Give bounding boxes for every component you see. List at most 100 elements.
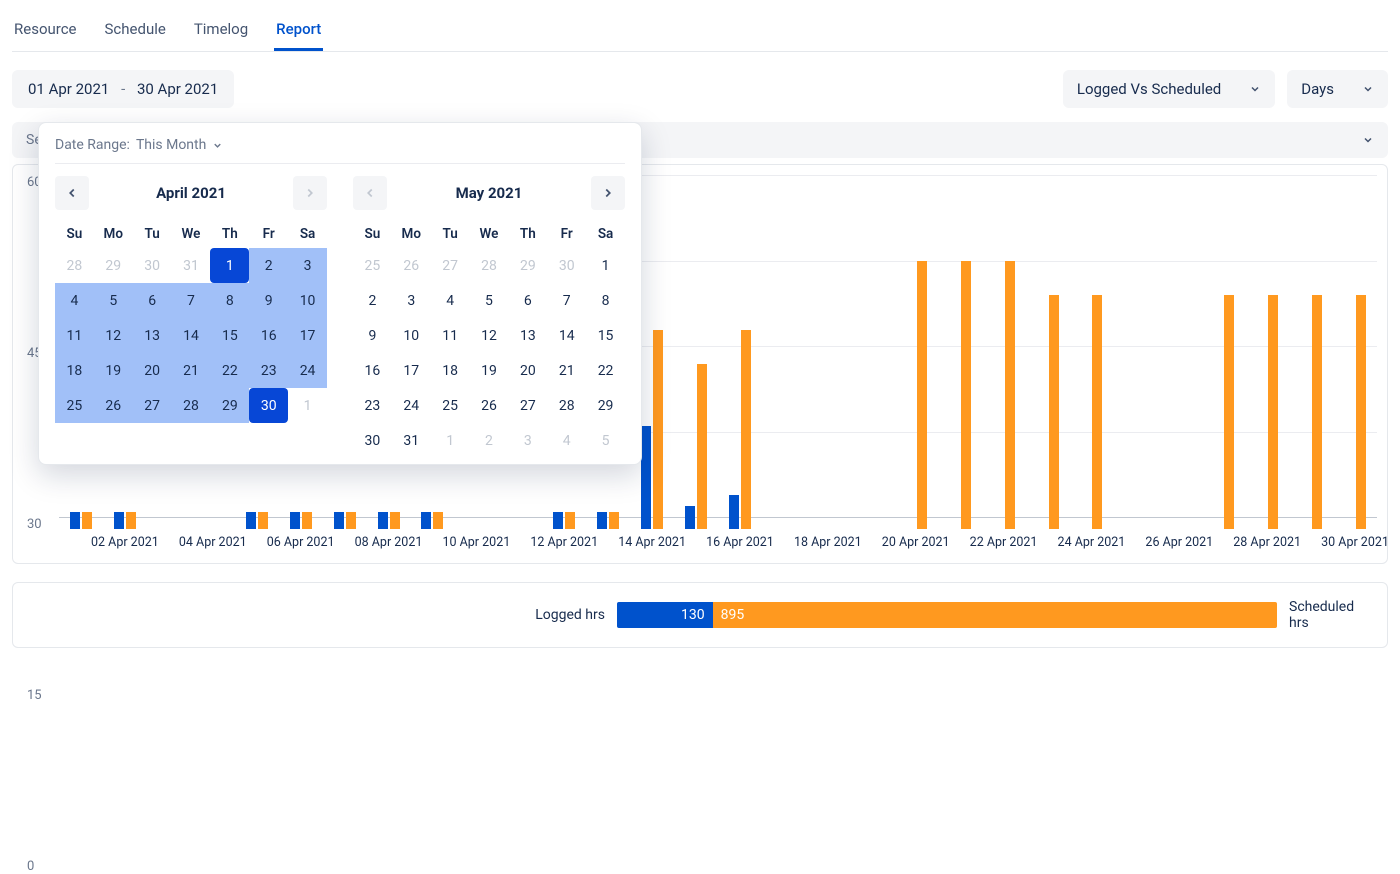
calendar-day[interactable]: 24	[392, 388, 431, 423]
prev-month-button[interactable]	[55, 176, 89, 210]
calendar-day-other[interactable]: 29	[94, 248, 133, 283]
calendar-day[interactable]: 6	[133, 283, 172, 318]
tab-report[interactable]: Report	[274, 12, 323, 51]
calendar-day[interactable]: 21	[172, 353, 211, 388]
calendar-day[interactable]: 9	[249, 283, 288, 318]
calendar-day[interactable]: 19	[470, 353, 509, 388]
bar-scheduled[interactable]	[1312, 295, 1322, 529]
calendar-day-other[interactable]: 30	[547, 248, 586, 283]
bar-scheduled[interactable]	[302, 512, 312, 529]
bar-scheduled[interactable]	[258, 512, 268, 529]
calendar-day[interactable]: 6	[508, 283, 547, 318]
calendar-day[interactable]: 10	[288, 283, 327, 318]
calendar-day[interactable]: 21	[547, 353, 586, 388]
granularity-select[interactable]: Days	[1287, 70, 1388, 108]
calendar-day[interactable]: 16	[353, 353, 392, 388]
bar-logged[interactable]	[597, 512, 607, 529]
calendar-day[interactable]: 1	[586, 248, 625, 283]
bar-logged[interactable]	[641, 426, 651, 529]
bar-scheduled[interactable]	[565, 512, 575, 529]
calendar-day-other[interactable]: 26	[392, 248, 431, 283]
calendar-day[interactable]: 9	[353, 318, 392, 353]
calendar-day-other[interactable]: 1	[431, 423, 470, 458]
calendar-day-other[interactable]: 25	[353, 248, 392, 283]
calendar-day[interactable]: 3	[392, 283, 431, 318]
bar-scheduled[interactable]	[390, 512, 400, 529]
calendar-day[interactable]: 4	[55, 283, 94, 318]
tab-timelog[interactable]: Timelog	[192, 12, 250, 51]
bar-scheduled[interactable]	[1356, 295, 1366, 529]
calendar-day[interactable]: 27	[133, 388, 172, 423]
calendar-day[interactable]: 27	[508, 388, 547, 423]
bar-scheduled[interactable]	[126, 512, 136, 529]
calendar-day[interactable]: 5	[94, 283, 133, 318]
calendar-day-other[interactable]: 2	[470, 423, 509, 458]
calendar-day[interactable]: 28	[172, 388, 211, 423]
calendar-day-other[interactable]: 5	[586, 423, 625, 458]
calendar-day[interactable]: 8	[586, 283, 625, 318]
bar-logged[interactable]	[421, 512, 431, 529]
calendar-day-other[interactable]: 27	[431, 248, 470, 283]
bar-logged[interactable]	[290, 512, 300, 529]
calendar-day[interactable]: 23	[249, 353, 288, 388]
calendar-day-other[interactable]: 31	[172, 248, 211, 283]
calendar-day[interactable]: 20	[133, 353, 172, 388]
bar-logged[interactable]	[378, 512, 388, 529]
calendar-day-other[interactable]: 30	[133, 248, 172, 283]
bar-logged[interactable]	[70, 512, 80, 529]
calendar-day[interactable]: 18	[55, 353, 94, 388]
tab-schedule[interactable]: Schedule	[103, 12, 168, 51]
bar-scheduled[interactable]	[697, 364, 707, 529]
date-range-button[interactable]: 01 Apr 2021 - 30 Apr 2021	[12, 70, 234, 108]
calendar-day[interactable]: 19	[94, 353, 133, 388]
calendar-day[interactable]: 15	[586, 318, 625, 353]
calendar-day[interactable]: 22	[210, 353, 249, 388]
bar-scheduled[interactable]	[609, 512, 619, 529]
calendar-day[interactable]: 2	[353, 283, 392, 318]
bar-logged[interactable]	[685, 506, 695, 529]
tab-resource[interactable]: Resource	[12, 12, 79, 51]
calendar-day[interactable]: 22	[586, 353, 625, 388]
calendar-day-other[interactable]: 1	[288, 388, 327, 423]
calendar-day[interactable]: 7	[172, 283, 211, 318]
bar-scheduled[interactable]	[653, 330, 663, 530]
calendar-day[interactable]: 1	[210, 248, 249, 283]
calendar-day[interactable]: 2	[249, 248, 288, 283]
calendar-day[interactable]: 25	[431, 388, 470, 423]
calendar-day[interactable]: 15	[210, 318, 249, 353]
calendar-day[interactable]: 28	[547, 388, 586, 423]
calendar-day[interactable]: 14	[547, 318, 586, 353]
bar-logged[interactable]	[246, 512, 256, 529]
calendar-day[interactable]: 13	[508, 318, 547, 353]
calendar-day[interactable]: 8	[210, 283, 249, 318]
bar-scheduled[interactable]	[433, 512, 443, 529]
bar-scheduled[interactable]	[917, 261, 927, 529]
calendar-day[interactable]: 7	[547, 283, 586, 318]
bar-logged[interactable]	[729, 495, 739, 529]
calendar-day[interactable]: 25	[55, 388, 94, 423]
calendar-day[interactable]: 13	[133, 318, 172, 353]
calendar-day[interactable]: 12	[470, 318, 509, 353]
calendar-day[interactable]: 24	[288, 353, 327, 388]
calendar-day-other[interactable]: 4	[547, 423, 586, 458]
calendar-day[interactable]: 11	[431, 318, 470, 353]
calendar-day[interactable]: 17	[392, 353, 431, 388]
calendar-day-other[interactable]: 3	[508, 423, 547, 458]
bar-scheduled[interactable]	[1049, 295, 1059, 529]
bar-scheduled[interactable]	[1005, 261, 1015, 529]
calendar-day[interactable]: 11	[55, 318, 94, 353]
bar-scheduled[interactable]	[1268, 295, 1278, 529]
bar-scheduled[interactable]	[1092, 295, 1102, 529]
bar-logged[interactable]	[114, 512, 124, 529]
next-month-a-button[interactable]	[293, 176, 327, 210]
calendar-day[interactable]: 31	[392, 423, 431, 458]
calendar-day[interactable]: 30	[249, 388, 288, 423]
calendar-day[interactable]: 26	[470, 388, 509, 423]
calendar-day[interactable]: 17	[288, 318, 327, 353]
calendar-day[interactable]: 23	[353, 388, 392, 423]
calendar-day-other[interactable]: 28	[55, 248, 94, 283]
prev-month-b-button[interactable]	[353, 176, 387, 210]
calendar-day[interactable]: 29	[210, 388, 249, 423]
calendar-day[interactable]: 3	[288, 248, 327, 283]
bar-scheduled[interactable]	[82, 512, 92, 529]
